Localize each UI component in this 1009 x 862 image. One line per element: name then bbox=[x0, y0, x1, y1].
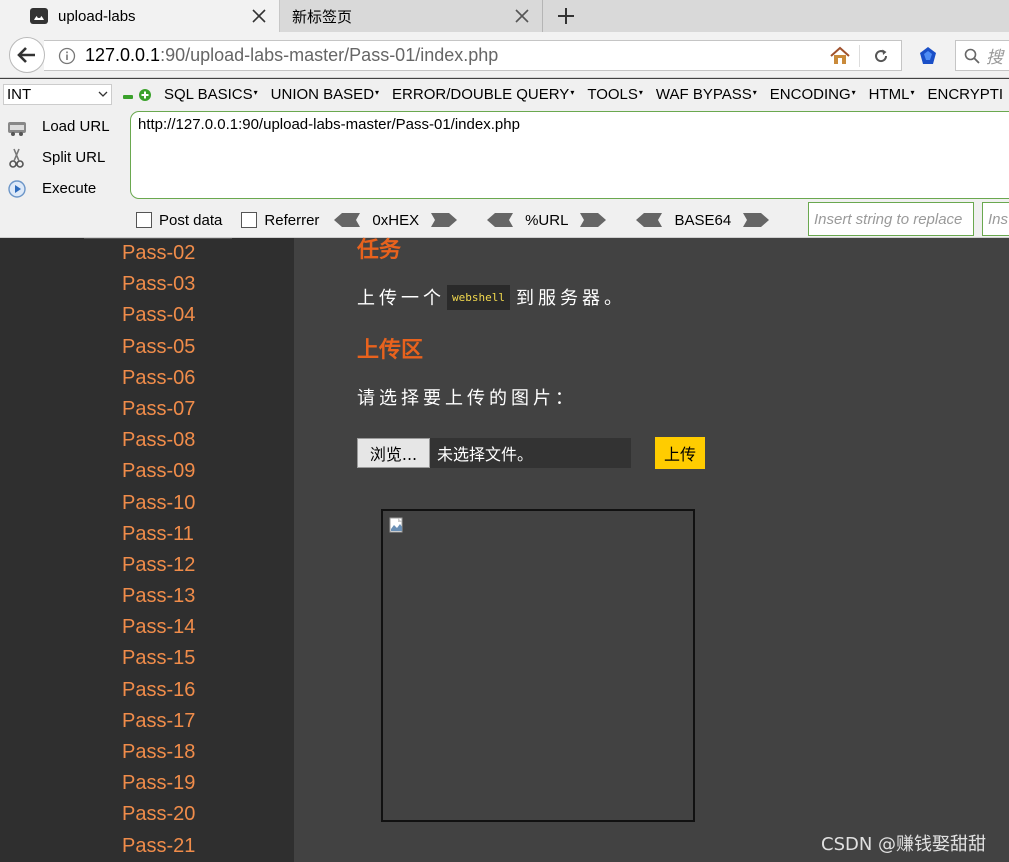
menu-encryption[interactable]: ENCRYPTI bbox=[928, 86, 1004, 103]
browse-button[interactable]: 浏览... bbox=[357, 438, 430, 468]
sidebar: Pass-02 Pass-03 Pass-04 Pass-05 Pass-06 … bbox=[0, 238, 294, 862]
sidebar-item-pass-19[interactable]: Pass-19 bbox=[122, 771, 195, 802]
referrer-checkbox[interactable]: Referrer bbox=[241, 212, 319, 229]
plus-icon[interactable] bbox=[139, 88, 151, 101]
chevron-down-icon bbox=[98, 91, 108, 97]
sidebar-item-pass-08[interactable]: Pass-08 bbox=[122, 428, 195, 459]
minus-icon[interactable] bbox=[123, 89, 133, 99]
tab-upload-labs[interactable]: upload-labs bbox=[0, 0, 280, 32]
new-tab-icon[interactable] bbox=[556, 6, 576, 26]
task-heading: 任务 bbox=[357, 238, 402, 263]
checkbox[interactable] bbox=[136, 212, 152, 228]
hackbar-options: Post data Referrer 0xHEX %URL BASE64 Ins… bbox=[0, 202, 1009, 236]
shield-icon[interactable] bbox=[918, 46, 938, 66]
sidebar-item-pass-16[interactable]: Pass-16 bbox=[122, 678, 195, 709]
checkbox[interactable] bbox=[241, 212, 258, 228]
hackbar-menu: INT SQL BASICS ▾ UNION BASED ▾ ERROR/DOUBL… bbox=[0, 83, 1009, 105]
decode-arrow-icon[interactable] bbox=[636, 213, 663, 227]
base64-encoder: BASE64 bbox=[636, 212, 770, 229]
tab-label: 新标签页 bbox=[292, 8, 353, 26]
file-upload-row: 浏览... 未选择文件。 上传 bbox=[357, 437, 705, 469]
sidebar-item-pass-12[interactable]: Pass-12 bbox=[122, 553, 195, 584]
split-url-button[interactable]: Split URL bbox=[0, 142, 125, 173]
navigation-bar: 127.0.0.1:90/upload-labs-master/Pass-01/… bbox=[0, 32, 1009, 78]
type-select[interactable]: INT bbox=[3, 83, 112, 105]
sidebar-item-pass-05[interactable]: Pass-05 bbox=[122, 335, 195, 366]
home-icon[interactable] bbox=[829, 46, 851, 66]
code-snippet: webshell bbox=[447, 284, 510, 310]
address-bar[interactable]: 127.0.0.1:90/upload-labs-master/Pass-01/… bbox=[44, 40, 902, 71]
back-button[interactable] bbox=[9, 37, 45, 73]
url-text[interactable]: 127.0.0.1:90/upload-labs-master/Pass-01/… bbox=[85, 45, 498, 66]
decode-arrow-icon[interactable] bbox=[334, 213, 361, 227]
search-icon bbox=[964, 48, 980, 64]
upload-heading: 上传区 bbox=[357, 338, 424, 363]
sidebar-item-pass-04[interactable]: Pass-04 bbox=[122, 303, 195, 334]
replace-with-input[interactable]: Ins bbox=[982, 202, 1009, 236]
sidebar-item-pass-10[interactable]: Pass-10 bbox=[122, 491, 195, 522]
divider bbox=[84, 238, 232, 239]
menu-html[interactable]: HTML ▾ bbox=[869, 86, 915, 103]
decode-arrow-icon[interactable] bbox=[487, 213, 514, 227]
divider bbox=[859, 45, 860, 67]
reload-icon[interactable] bbox=[872, 47, 890, 65]
sidebar-item-pass-06[interactable]: Pass-06 bbox=[122, 366, 195, 397]
menu-error-double-query[interactable]: ERROR/DOUBLE QUERY ▾ bbox=[392, 86, 574, 103]
file-status: 未选择文件。 bbox=[430, 438, 631, 468]
watermark: CSDN @赚钱娶甜甜 bbox=[821, 834, 987, 855]
sidebar-item-pass-09[interactable]: Pass-09 bbox=[122, 459, 195, 490]
upload-button[interactable]: 上传 bbox=[655, 437, 705, 469]
execute-button[interactable]: Execute bbox=[0, 173, 125, 204]
menu-union-based[interactable]: UNION BASED ▾ bbox=[271, 86, 379, 103]
menu-tools[interactable]: TOOLS ▾ bbox=[587, 86, 643, 103]
tab-label: upload-labs bbox=[58, 7, 136, 25]
hex-encoder: 0xHEX bbox=[334, 212, 458, 229]
sidebar-item-pass-18[interactable]: Pass-18 bbox=[122, 740, 195, 771]
url-encoder: %URL bbox=[487, 212, 607, 229]
execute-icon bbox=[6, 178, 28, 200]
encode-arrow-icon[interactable] bbox=[580, 213, 607, 227]
info-icon[interactable] bbox=[58, 47, 76, 65]
menu-waf-bypass[interactable]: WAF BYPASS ▾ bbox=[656, 86, 757, 103]
broken-image-icon bbox=[389, 517, 405, 533]
sidebar-item-pass-20[interactable]: Pass-20 bbox=[122, 802, 195, 833]
encode-arrow-icon[interactable] bbox=[431, 213, 458, 227]
sidebar-item-pass-21[interactable]: Pass-21 bbox=[122, 834, 195, 862]
image-preview bbox=[381, 509, 695, 822]
menu-encoding[interactable]: ENCODING ▾ bbox=[770, 86, 856, 103]
sidebar-item-pass-13[interactable]: Pass-13 bbox=[122, 584, 195, 615]
pass-list: Pass-02 Pass-03 Pass-04 Pass-05 Pass-06 … bbox=[122, 241, 195, 862]
close-tab-icon[interactable] bbox=[514, 8, 530, 24]
menu-sql-basics[interactable]: SQL BASICS ▾ bbox=[164, 86, 258, 103]
sidebar-item-pass-02[interactable]: Pass-02 bbox=[122, 241, 195, 272]
hackbar-actions: Load URL Split URL Execute bbox=[0, 111, 125, 204]
search-placeholder: 搜 bbox=[986, 48, 1003, 68]
sidebar-item-pass-03[interactable]: Pass-03 bbox=[122, 272, 195, 303]
encode-arrow-icon[interactable] bbox=[743, 213, 770, 227]
post-data-checkbox[interactable]: Post data bbox=[136, 212, 222, 229]
replace-string-input[interactable]: Insert string to replace bbox=[808, 202, 974, 236]
main-content: 任务 上传一个 webshell 到服务器。 上传区 请选择要上传的图片： 浏览… bbox=[294, 238, 1009, 862]
hackbar-panel: INT SQL BASICS ▾ UNION BASED ▾ ERROR/DOUBL… bbox=[0, 79, 1009, 238]
select-image-label: 请选择要上传的图片： bbox=[357, 388, 577, 409]
sidebar-item-pass-17[interactable]: Pass-17 bbox=[122, 709, 195, 740]
tab-new-tab[interactable]: 新标签页 bbox=[281, 0, 543, 32]
sidebar-item-pass-07[interactable]: Pass-07 bbox=[122, 397, 195, 428]
scissors-icon bbox=[6, 147, 28, 169]
sidebar-item-pass-15[interactable]: Pass-15 bbox=[122, 646, 195, 677]
back-arrow-icon bbox=[17, 47, 35, 63]
sidebar-item-pass-14[interactable]: Pass-14 bbox=[122, 615, 195, 646]
spider-icon bbox=[30, 8, 48, 24]
search-box[interactable]: 搜 bbox=[955, 40, 1009, 71]
load-url-button[interactable]: Load URL bbox=[0, 111, 125, 142]
close-tab-icon[interactable] bbox=[251, 8, 267, 24]
hackbar-url-textarea[interactable]: http://127.0.0.1:90/upload-labs-master/P… bbox=[130, 111, 1009, 199]
sidebar-item-pass-11[interactable]: Pass-11 bbox=[122, 522, 195, 553]
tab-strip: upload-labs 新标签页 bbox=[0, 0, 1009, 32]
task-description: 上传一个 webshell 到服务器。 bbox=[357, 284, 626, 310]
type-select-value: INT bbox=[7, 85, 32, 103]
load-url-icon bbox=[6, 116, 28, 138]
